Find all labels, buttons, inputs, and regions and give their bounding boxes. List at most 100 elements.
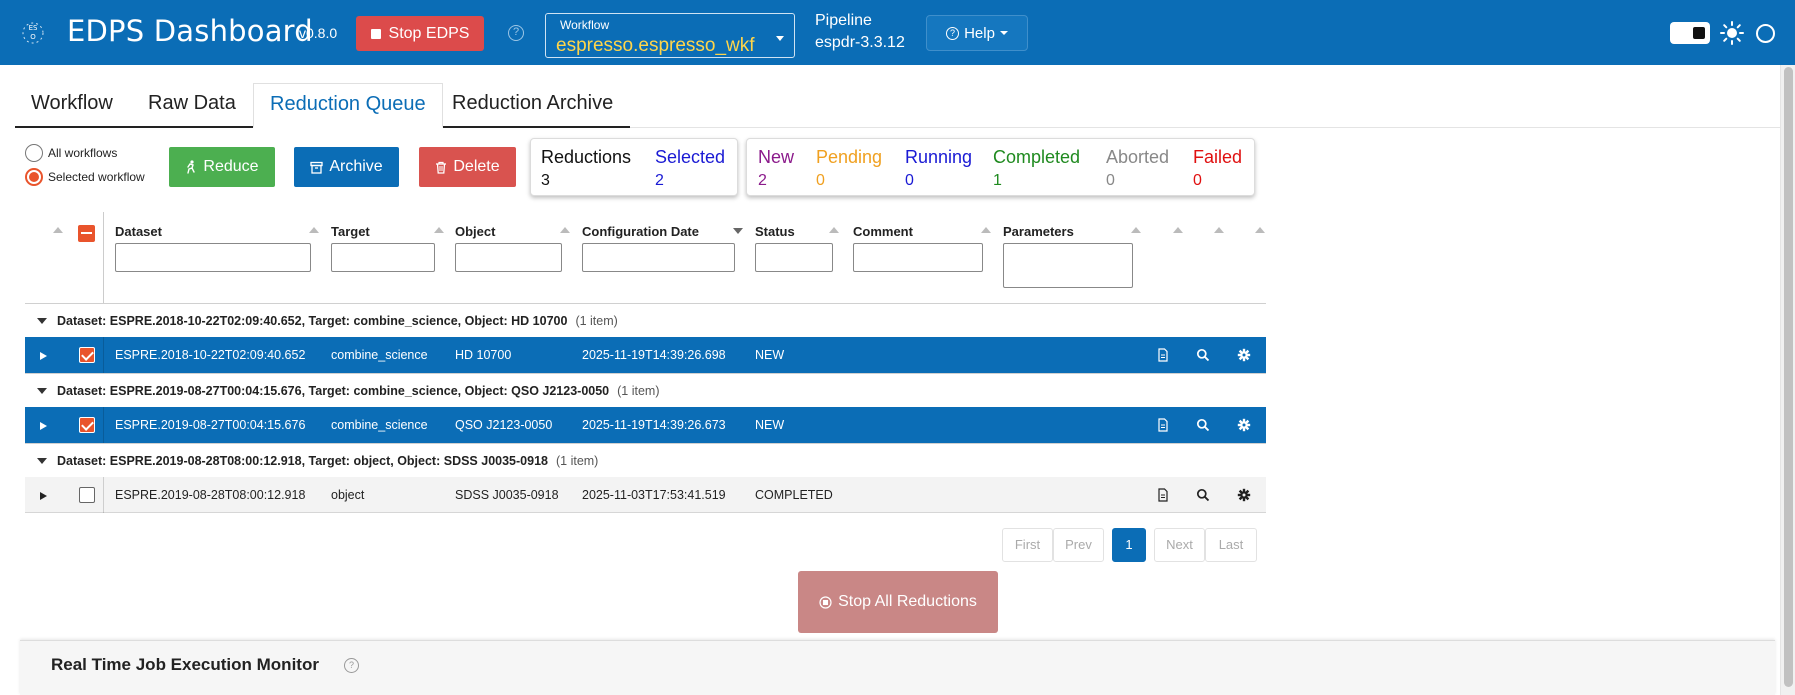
- expand-row-icon[interactable]: [40, 492, 47, 500]
- help-dropdown-button[interactable]: ? Help: [926, 15, 1028, 51]
- tab-reduction-queue[interactable]: Reduction Queue: [253, 83, 443, 128]
- sort-up-icon[interactable]: [981, 227, 991, 233]
- scrollbar-thumb[interactable]: [1784, 67, 1793, 687]
- sort-up-icon[interactable]: [309, 227, 319, 233]
- gear-icon[interactable]: [1237, 488, 1251, 502]
- search-icon[interactable]: [1196, 348, 1210, 362]
- pagination-first[interactable]: First: [1002, 528, 1053, 562]
- table-row[interactable]: ESPRE.2019-08-28T08:00:12.918 object SDS…: [25, 477, 1266, 513]
- question-circle-icon[interactable]: ?: [508, 25, 524, 41]
- status-label: Aborted: [1106, 147, 1170, 167]
- column-header-status[interactable]: Status: [755, 224, 795, 239]
- radio-all-workflows[interactable]: All workflows: [25, 144, 117, 162]
- configuration-date-filter-input[interactable]: [582, 243, 735, 272]
- sort-up-icon[interactable]: [53, 227, 63, 233]
- dataset-filter-input[interactable]: [115, 243, 311, 272]
- cell-config-date: 2025-11-03T17:53:41.519: [582, 488, 726, 502]
- expand-row-icon[interactable]: [40, 352, 47, 360]
- group-title: Dataset: ESPRE.2018-10-22T02:09:40.652, …: [57, 314, 568, 328]
- reduce-label: Reduce: [203, 158, 259, 175]
- workflow-select[interactable]: Workflow espresso.espresso_wkf: [545, 13, 795, 58]
- column-header-comment[interactable]: Comment: [853, 224, 913, 239]
- column-header-dataset[interactable]: Dataset: [115, 224, 162, 239]
- stop-edps-button[interactable]: Stop EDPS: [356, 16, 484, 51]
- row-checkbox[interactable]: [79, 487, 95, 503]
- radio-selected-workflow[interactable]: Selected workflow: [25, 168, 145, 186]
- pagination-prev[interactable]: Prev: [1053, 528, 1104, 562]
- gear-icon[interactable]: [1237, 348, 1251, 362]
- pagination-last[interactable]: Last: [1205, 528, 1257, 562]
- cell-dataset: ESPRE.2019-08-27T00:04:15.676: [115, 418, 306, 432]
- object-filter-input[interactable]: [455, 243, 562, 272]
- sort-up-icon[interactable]: [1214, 227, 1224, 233]
- radio-button[interactable]: [25, 144, 43, 162]
- workflow-select-value: espresso.espresso_wkf: [556, 35, 755, 56]
- sort-down-icon[interactable]: [733, 228, 743, 234]
- column-header-object[interactable]: Object: [455, 224, 495, 239]
- target-filter-input[interactable]: [331, 243, 435, 272]
- status-label: Running: [905, 147, 973, 167]
- table-row[interactable]: ESPRE.2018-10-22T02:09:40.652 combine_sc…: [25, 337, 1266, 373]
- sort-up-icon[interactable]: [1131, 227, 1141, 233]
- reductions-value: 3: [541, 172, 550, 189]
- group-header-row[interactable]: Dataset: ESPRE.2018-10-22T02:09:40.652, …: [25, 303, 1266, 337]
- status-filter-input[interactable]: [755, 243, 833, 272]
- gear-icon[interactable]: [1237, 418, 1251, 432]
- comment-filter-input[interactable]: [853, 243, 983, 272]
- status-label: New: [758, 147, 795, 167]
- question-circle-icon[interactable]: ?: [344, 658, 359, 673]
- radio-button-checked[interactable]: [25, 168, 43, 186]
- app-title: EDPS Dashboard: [67, 14, 313, 48]
- parameters-filter-input[interactable]: [1003, 243, 1133, 288]
- column-header-configuration-date[interactable]: Configuration Date: [582, 224, 699, 239]
- status-label: Failed: [1193, 147, 1243, 167]
- pagination-next[interactable]: Next: [1154, 528, 1205, 562]
- sort-up-icon[interactable]: [560, 227, 570, 233]
- collapse-triangle-icon[interactable]: [37, 318, 47, 324]
- job-execution-monitor-panel[interactable]: Real Time Job Execution Monitor ?: [20, 640, 1775, 695]
- sort-up-icon[interactable]: [1173, 227, 1183, 233]
- table-row[interactable]: ESPRE.2019-08-27T00:04:15.676 combine_sc…: [25, 407, 1266, 443]
- delete-button[interactable]: Delete: [419, 147, 516, 187]
- caret-down-icon: [999, 31, 1008, 35]
- pagination-page-1[interactable]: 1: [1112, 528, 1146, 562]
- collapse-triangle-icon[interactable]: [37, 388, 47, 394]
- file-text-icon[interactable]: [1156, 488, 1170, 502]
- cell-config-date: 2025-11-19T14:39:26.673: [582, 418, 726, 432]
- tab-workflow[interactable]: Workflow: [15, 83, 129, 128]
- column-header-target[interactable]: Target: [331, 224, 370, 239]
- tab-raw-data[interactable]: Raw Data: [132, 83, 252, 128]
- expand-row-icon[interactable]: [40, 422, 47, 430]
- status-value: 0: [1193, 172, 1202, 189]
- reduce-button[interactable]: Reduce: [169, 147, 275, 187]
- file-text-icon[interactable]: [1156, 418, 1170, 432]
- radio-selected-label: Selected workflow: [48, 170, 145, 184]
- sort-up-icon[interactable]: [1255, 227, 1265, 233]
- row-checkbox[interactable]: [79, 417, 95, 433]
- search-icon[interactable]: [1196, 418, 1210, 432]
- archive-button[interactable]: Archive: [294, 147, 399, 187]
- status-label: Completed: [993, 147, 1081, 167]
- stop-all-reductions-button[interactable]: Stop All Reductions: [798, 571, 998, 633]
- sun-icon[interactable]: [1720, 21, 1744, 45]
- theme-toggle[interactable]: [1670, 22, 1710, 44]
- group-header-row[interactable]: Dataset: ESPRE.2019-08-28T08:00:12.918, …: [25, 443, 1266, 477]
- column-divider: [103, 212, 104, 303]
- page-scrollbar[interactable]: [1780, 65, 1795, 695]
- group-label: Dataset: ESPRE.2019-08-27T00:04:15.676, …: [57, 374, 660, 408]
- group-header-row[interactable]: Dataset: ESPRE.2019-08-27T00:04:15.676, …: [25, 373, 1266, 407]
- search-icon[interactable]: [1196, 488, 1210, 502]
- sort-up-icon[interactable]: [829, 227, 839, 233]
- column-header-parameters[interactable]: Parameters: [1003, 224, 1074, 239]
- reductions-count: Reductions 3: [541, 145, 631, 193]
- sort-up-icon[interactable]: [434, 227, 444, 233]
- row-checkbox[interactable]: [79, 347, 95, 363]
- file-text-icon[interactable]: [1156, 348, 1170, 362]
- cell-target: combine_science: [331, 348, 428, 362]
- circle-theme-icon[interactable]: [1756, 24, 1775, 43]
- cell-dataset: ESPRE.2019-08-28T08:00:12.918: [115, 488, 306, 502]
- collapse-triangle-icon[interactable]: [37, 458, 47, 464]
- select-all-checkbox[interactable]: [78, 225, 95, 242]
- group-label: Dataset: ESPRE.2018-10-22T02:09:40.652, …: [57, 304, 618, 338]
- tab-reduction-archive[interactable]: Reduction Archive: [436, 83, 629, 128]
